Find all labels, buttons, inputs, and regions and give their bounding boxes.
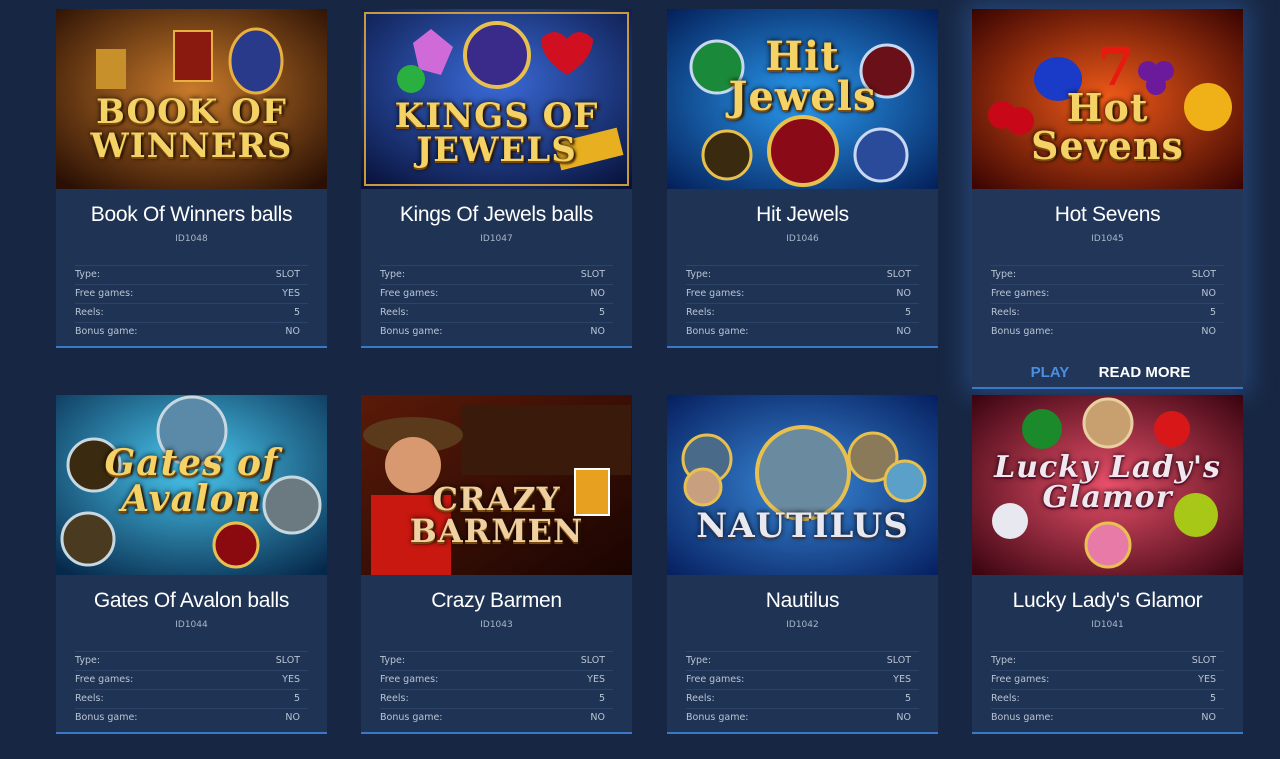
spec-free-games: Free games: NO (380, 284, 613, 303)
spec-bonus-game: Bonus game: NO (380, 322, 613, 341)
game-id: ID1047 (480, 234, 513, 244)
spec-free-games: Free games: YES (380, 670, 613, 689)
logo-text: KINGS OF JEWELS (394, 96, 599, 170)
spec-bonus-game: Bonus game: NO (991, 708, 1224, 727)
game-specs: Type: SLOT Free games: YES Reels: 5 Bonus g… (75, 651, 308, 727)
game-specs: Type: SLOT Free games: YES Reels: 5 Bonus g… (991, 651, 1224, 727)
game-title[interactable]: Book Of Winners balls (56, 203, 327, 227)
game-title[interactable]: Hit Jewels (667, 203, 938, 227)
spec-bonus-game: Bonus game: NO (75, 708, 308, 727)
game-specs: Type: SLOT Free games: YES Reels: 5 Bonus g… (380, 651, 613, 727)
spec-free-games: Free games: YES (75, 670, 308, 689)
spec-bonus-game: Bonus game: NO (75, 322, 308, 341)
game-id: ID1042 (786, 620, 819, 630)
spec-reels: Reels: 5 (686, 689, 919, 708)
thumbnail-art (667, 395, 938, 575)
spec-reels: Reels: 5 (380, 303, 613, 322)
spec-type: Type: SLOT (75, 651, 308, 670)
game-title[interactable]: Crazy Barmen (361, 589, 632, 613)
spec-bonus-game: Bonus game: NO (991, 322, 1224, 341)
game-title[interactable]: Hot Sevens (972, 203, 1243, 227)
logo-text: Lucky Lady's Glamor (994, 450, 1221, 515)
logo-text: CRAZY BARMEN (409, 480, 584, 550)
game-thumbnail[interactable]: CRAZY BARMEN (361, 395, 632, 575)
spec-type: Type: SLOT (991, 651, 1224, 670)
game-card[interactable]: NAUTILUS Nautilus ID1042 Type: SLOT Free … (667, 395, 938, 734)
game-specs: Type: SLOT Free games: YES Reels: 5 Bonus g… (75, 265, 308, 341)
spec-reels: Reels: 5 (991, 303, 1224, 322)
spec-type: Type: SLOT (380, 265, 613, 284)
spec-type: Type: SLOT (991, 265, 1224, 284)
game-thumbnail[interactable]: BOOK OF WINNERS (56, 9, 327, 189)
game-id: ID1048 (175, 234, 208, 244)
game-thumbnail[interactable]: Hit Jewels (667, 9, 938, 189)
game-id: ID1045 (1091, 234, 1124, 244)
game-card[interactable]: CRAZY BARMEN Crazy Barmen ID1043 Type: SLO… (361, 395, 632, 734)
spec-bonus-game: Bonus game: NO (380, 708, 613, 727)
spec-type: Type: SLOT (380, 651, 613, 670)
spec-type: Type: SLOT (686, 651, 919, 670)
read-more-button[interactable]: READ MORE (1099, 364, 1191, 381)
game-card[interactable]: Lucky Lady's Glamor Lucky Lady's Glamor I… (972, 395, 1243, 734)
game-id: ID1046 (786, 234, 819, 244)
logo-text: Hit Jewels (728, 33, 877, 120)
game-id: ID1044 (175, 620, 208, 630)
card-actions: PLAY READ MORE (972, 364, 1243, 381)
spec-free-games: Free games: YES (75, 284, 308, 303)
logo-text: Gates of Avalon (104, 442, 279, 520)
game-thumbnail[interactable]: Lucky Lady's Glamor (972, 395, 1243, 575)
game-specs: Type: SLOT Free games: NO Reels: 5 Bonus ga… (686, 265, 919, 341)
game-thumbnail[interactable]: 7 Hot Sevens (972, 9, 1243, 189)
game-thumbnail[interactable]: Gates of Avalon (56, 395, 327, 575)
game-card[interactable]: Gates of Avalon Gates Of Avalon balls ID1… (56, 395, 327, 734)
game-card[interactable]: Hit Jewels Hit Jewels ID1046 Type: SLOT Fr… (667, 9, 938, 348)
logo-text: Hot Sevens (1031, 85, 1184, 168)
spec-free-games: Free games: NO (991, 284, 1224, 303)
spec-reels: Reels: 5 (686, 303, 919, 322)
game-thumbnail[interactable]: NAUTILUS (667, 395, 938, 575)
spec-reels: Reels: 5 (75, 303, 308, 322)
game-card[interactable]: BOOK OF WINNERS Book Of Winners balls ID1… (56, 9, 327, 348)
game-specs: Type: SLOT Free games: NO Reels: 5 Bonus ga… (380, 265, 613, 341)
game-specs: Type: SLOT Free games: YES Reels: 5 Bonus g… (686, 651, 919, 727)
spec-free-games: Free games: YES (686, 670, 919, 689)
logo-text: NAUTILUS (696, 506, 909, 546)
spec-reels: Reels: 5 (380, 689, 613, 708)
spec-type: Type: SLOT (75, 265, 308, 284)
game-title[interactable]: Lucky Lady's Glamor (972, 589, 1243, 613)
spec-bonus-game: Bonus game: NO (686, 708, 919, 727)
game-card[interactable]: KINGS OF JEWELS Kings Of Jewels balls ID1… (361, 9, 632, 348)
game-title[interactable]: Nautilus (667, 589, 938, 613)
spec-reels: Reels: 5 (75, 689, 308, 708)
game-card-active[interactable]: 7 Hot Sevens Hot Sevens ID1045 Type: SLOT … (972, 9, 1243, 389)
spec-reels: Reels: 5 (991, 689, 1224, 708)
game-thumbnail[interactable]: KINGS OF JEWELS (361, 9, 632, 189)
game-id: ID1041 (1091, 620, 1124, 630)
games-grid: BOOK OF WINNERS Book Of Winners balls ID1… (0, 0, 1280, 759)
logo-text: BOOK OF WINNERS (90, 92, 293, 166)
play-button[interactable]: PLAY (1031, 364, 1070, 381)
spec-type: Type: SLOT (686, 265, 919, 284)
game-title[interactable]: Gates Of Avalon balls (56, 589, 327, 613)
spec-free-games: Free games: NO (686, 284, 919, 303)
game-title[interactable]: Kings Of Jewels balls (361, 203, 632, 227)
game-id: ID1043 (480, 620, 513, 630)
game-specs: Type: SLOT Free games: NO Reels: 5 Bonus ga… (991, 265, 1224, 341)
spec-bonus-game: Bonus game: NO (686, 322, 919, 341)
spec-free-games: Free games: YES (991, 670, 1224, 689)
